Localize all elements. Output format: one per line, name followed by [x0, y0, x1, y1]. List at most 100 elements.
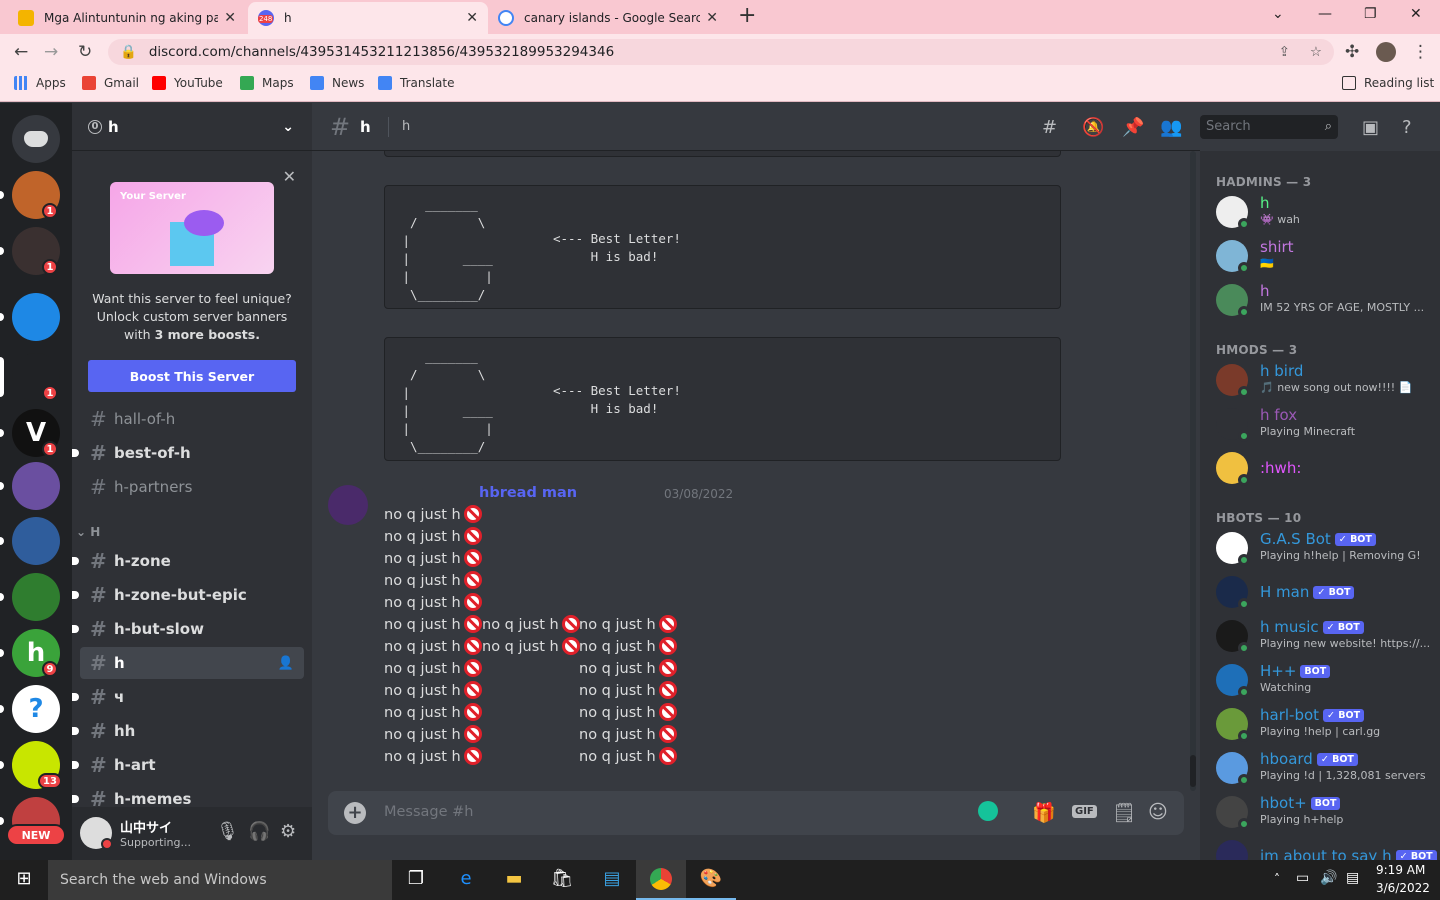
taskbar-search-input[interactable]: Search the web and Windows: [48, 860, 392, 900]
server-3-icon[interactable]: [12, 293, 60, 341]
add-attachment-icon[interactable]: +: [344, 802, 366, 824]
add-member-icon[interactable]: 👤: [278, 656, 294, 671]
member-item[interactable]: h IM 52 YRS OF AGE, MOSTLY ...: [1208, 279, 1432, 321]
emoji-icon[interactable]: ☺: [1148, 801, 1168, 823]
clock-date[interactable]: 3/6/2022: [1376, 881, 1430, 895]
bookmark-news[interactable]: News: [310, 76, 364, 90]
channel-item-h-zone-but-epic[interactable]: # h-zone-but-epic: [72, 579, 304, 611]
bookmark-youtube[interactable]: YouTube: [152, 76, 223, 90]
member-item[interactable]: h bird 🎵 new song out now!!!! 📄: [1208, 359, 1432, 401]
tab-classroom[interactable]: Mga Alintuntunin ng aking paara ✕: [8, 2, 246, 34]
message-author[interactable]: hbread man: [479, 485, 577, 501]
extensions-icon[interactable]: ✣: [1345, 42, 1359, 62]
channel-item-best-of-h[interactable]: # best-of-h: [72, 437, 304, 469]
discord-home-icon[interactable]: [12, 115, 60, 163]
close-tab-icon[interactable]: ✕: [466, 10, 478, 26]
scrollbar-thumb[interactable]: [1190, 755, 1196, 787]
close-window-icon[interactable]: ✕: [1410, 6, 1422, 22]
avatar[interactable]: [328, 485, 368, 525]
mute-mic-icon[interactable]: 🎙: [216, 821, 239, 842]
tab-google[interactable]: canary islands - Google Search ✕: [488, 2, 728, 34]
channel-item-h-partners[interactable]: # h-partners: [80, 471, 304, 503]
channel-item-h-art[interactable]: # h-art: [72, 749, 304, 781]
member-item[interactable]: h 👾 wah: [1208, 191, 1432, 233]
volume-icon[interactable]: 🔊: [1320, 870, 1337, 886]
tab-discord[interactable]: 248 h ✕: [248, 2, 488, 34]
forward-icon[interactable]: →: [44, 42, 58, 62]
url-bar[interactable]: 🔒 discord.com/channels/43953145321121385…: [108, 39, 1334, 65]
member-item[interactable]: h music ✓ BOT Playing new website! https:/…: [1208, 615, 1432, 657]
channel-item-h-zone[interactable]: # h-zone: [72, 545, 304, 577]
share-icon[interactable]: ⇪: [1279, 44, 1290, 60]
channel-item-h-but-slow[interactable]: # h-but-slow: [72, 613, 304, 645]
menu-icon[interactable]: ⋮: [1412, 42, 1429, 62]
server-10-icon[interactable]: ?: [12, 685, 60, 733]
paint-taskbar-button[interactable]: 🎨: [686, 860, 736, 900]
message-input[interactable]: Message #h: [384, 804, 474, 820]
mute-notifications-icon[interactable]: 🔕: [1082, 117, 1104, 138]
channel-item-hh[interactable]: # hh: [72, 715, 304, 747]
edge-icon[interactable]: e: [454, 868, 478, 892]
bookmark-gmail[interactable]: Gmail: [82, 76, 139, 90]
member-item[interactable]: shirt 🇺🇦: [1208, 235, 1432, 277]
tray-chevron-icon[interactable]: ˄: [1274, 872, 1280, 886]
member-item[interactable]: H++ BOT Watching: [1208, 659, 1432, 701]
help-icon[interactable]: ?: [1402, 117, 1412, 138]
network-icon[interactable]: ▭: [1296, 870, 1309, 886]
grammarly-icon[interactable]: [978, 801, 998, 821]
boost-server-button[interactable]: Boost This Server: [88, 360, 296, 392]
channel-item-h[interactable]: # h 👤: [80, 647, 304, 679]
gif-icon[interactable]: GIF: [1072, 805, 1097, 818]
profile-avatar[interactable]: [1376, 42, 1396, 62]
store-icon[interactable]: 🛍: [550, 868, 574, 892]
file-explorer-icon[interactable]: ▬: [502, 868, 526, 892]
threads-icon[interactable]: #: [1042, 117, 1057, 138]
search-input[interactable]: Search ⌕: [1200, 115, 1338, 139]
member-list-icon[interactable]: 👥: [1160, 117, 1182, 138]
headphones-icon[interactable]: 🎧: [248, 821, 270, 842]
sticker-icon[interactable]: 🗒: [1112, 801, 1136, 824]
notifications-icon[interactable]: ▤: [1346, 870, 1359, 886]
bookmark-translate[interactable]: Translate: [378, 76, 455, 90]
member-item[interactable]: G.A.S Bot ✓ BOT Playing h!help | Removing …: [1208, 527, 1432, 569]
task-view-icon[interactable]: ❐: [404, 868, 428, 892]
server-7-icon[interactable]: [12, 517, 60, 565]
member-item[interactable]: h fox Playing Minecraft: [1208, 403, 1432, 445]
member-item[interactable]: hbot+ BOT Playing h+help: [1208, 791, 1432, 833]
gear-icon[interactable]: ⚙: [280, 821, 296, 842]
close-icon[interactable]: ✕: [283, 167, 296, 186]
app-icon[interactable]: ▤: [600, 868, 624, 892]
bot-badge: BOT: [1300, 665, 1331, 678]
channel-item-hall-of-h[interactable]: # hall-of-h: [80, 403, 304, 435]
tab-search-icon[interactable]: ⌄: [1272, 6, 1284, 22]
channel-item-ч[interactable]: # ч: [72, 681, 304, 713]
close-tab-icon[interactable]: ✕: [706, 10, 718, 26]
member-item[interactable]: im about to say h ✓ BOT: [1208, 835, 1437, 860]
inbox-icon[interactable]: ▣: [1362, 117, 1379, 138]
reading-list[interactable]: Reading list: [1342, 76, 1434, 90]
clock-time[interactable]: 9:19 AM: [1376, 863, 1425, 877]
pin-icon[interactable]: 📌: [1122, 117, 1144, 138]
bookmark-star-icon[interactable]: ☆: [1310, 44, 1322, 60]
chrome-taskbar-button[interactable]: [636, 860, 686, 900]
category-header[interactable]: ⌄ H: [76, 525, 100, 539]
channel-item-h-memes[interactable]: # h-memes: [72, 783, 304, 815]
member-item[interactable]: H man ✓ BOT: [1208, 571, 1432, 613]
reload-icon[interactable]: ↻: [78, 42, 92, 62]
server-8-icon[interactable]: [12, 573, 60, 621]
member-item[interactable]: hboard ✓ BOT Playing !d | 1,328,081 server…: [1208, 747, 1432, 789]
member-item[interactable]: :hwh:: [1208, 447, 1432, 489]
close-tab-icon[interactable]: ✕: [224, 10, 236, 26]
maximize-icon[interactable]: ❐: [1364, 6, 1377, 22]
scrollbar-track[interactable]: [1190, 151, 1196, 791]
server-6-icon[interactable]: [12, 462, 60, 510]
server-header[interactable]: 0 h ⌄: [72, 103, 312, 151]
minimize-icon[interactable]: —: [1318, 6, 1332, 22]
member-item[interactable]: harl-bot ✓ BOT Playing !help | carl.gg: [1208, 703, 1432, 745]
windows-start-icon[interactable]: ⊞: [12, 868, 36, 892]
bookmark-maps[interactable]: Maps: [240, 76, 294, 90]
back-icon[interactable]: ←: [14, 42, 28, 62]
gift-icon[interactable]: 🎁: [1032, 801, 1056, 824]
new-tab-button[interactable]: +: [738, 3, 756, 28]
bookmark-apps[interactable]: Apps: [14, 76, 66, 90]
